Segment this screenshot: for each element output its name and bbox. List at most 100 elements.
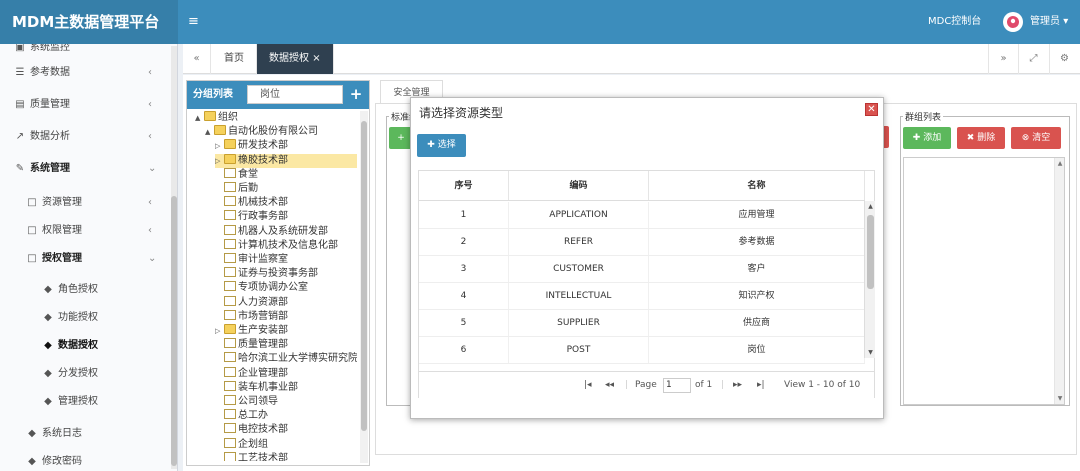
last-page-icon[interactable]: ▸| <box>757 372 765 399</box>
tab-scroll-right-icon[interactable]: » <box>988 44 1018 74</box>
sidebar-item-distribution-auth[interactable]: ◆ 分发授权 <box>0 359 168 389</box>
sidebar-item-data-auth[interactable]: ◆ 数据授权 <box>0 331 168 361</box>
tree-node[interactable]: 哈尔滨工业大学博实研究院 <box>215 352 357 366</box>
document-icon <box>224 352 236 363</box>
sidebar-item-system[interactable]: ✎ 系统管理 ⌄ <box>0 154 168 184</box>
tree-node[interactable]: 企业管理部 <box>215 366 288 381</box>
group-list-title: 分组列表 <box>193 89 233 100</box>
page-number-input[interactable]: 1 <box>663 378 691 393</box>
tree-node[interactable]: 总工办 <box>215 409 268 423</box>
tree-toggle-icon[interactable]: ▷ <box>215 154 224 168</box>
tab-home[interactable]: 首页 <box>212 44 257 74</box>
sidebar-item-resource[interactable]: □ 资源管理 ‹ <box>0 188 168 218</box>
document-icon <box>224 224 236 235</box>
gear-icon[interactable]: ⚙ <box>1049 44 1079 74</box>
column-header-no[interactable]: 序号 <box>419 171 509 200</box>
close-icon[interactable]: × <box>312 53 320 64</box>
sidebar-item-authorization[interactable]: □ 授权管理 ⌄ <box>0 244 168 274</box>
tree-node-label: 人力资源部 <box>238 296 288 308</box>
tree-node[interactable]: 机械技术部 <box>215 196 288 210</box>
tree-node[interactable]: ▲ 自动化股份有限公司 <box>205 125 318 139</box>
app-title[interactable]: MDM主数据管理平台 <box>0 0 178 44</box>
fullscreen-icon[interactable]: ⤢ <box>1018 44 1048 74</box>
tree-node[interactable]: 行政事务部 <box>215 210 288 224</box>
tree-node-label: 专项协调办公室 <box>238 282 308 294</box>
sidebar-item-admin-auth[interactable]: ◆ 管理授权 <box>0 387 168 417</box>
tree-toggle-icon[interactable]: ▲ <box>205 125 214 139</box>
tree-node[interactable]: ▷ 研发技术部 <box>215 139 288 153</box>
tree-node[interactable]: 装车机事业部 <box>215 380 298 395</box>
group-listbox[interactable]: ▲ ▼ <box>903 157 1065 405</box>
sidebar-item-analysis[interactable]: ↗ 数据分析 ‹ <box>0 122 168 152</box>
tree-node[interactable]: 公司领导 <box>215 395 278 409</box>
sidebar-item-permission[interactable]: □ 权限管理 ‹ <box>0 216 168 246</box>
tree-node[interactable]: 质量管理部 <box>215 338 288 352</box>
group-listbox-scrollbar[interactable]: ▲ ▼ <box>1054 158 1064 404</box>
group-search-input[interactable]: 岗位 <box>247 85 343 104</box>
first-page-icon[interactable]: |◂ <box>584 372 592 399</box>
tree-node[interactable]: 专项协调办公室 <box>215 281 308 295</box>
sidebar-item-reference-data[interactable]: ☰ 参考数据 ‹ <box>0 58 168 88</box>
table-row[interactable]: 5 SUPPLIER 供应商 <box>419 310 865 337</box>
tree-toggle-icon[interactable]: ▷ <box>215 324 224 338</box>
add-group-button[interactable]: + <box>347 85 365 104</box>
tree-node[interactable]: 人力资源部 <box>215 295 288 310</box>
bookmark-icon: ◆ <box>44 284 52 295</box>
tree-node[interactable]: 计算机技术及信息化部 <box>215 238 338 253</box>
table-row[interactable]: 4 INTELLECTUAL 知识产权 <box>419 283 865 310</box>
sidebar-item-change-password[interactable]: ◆ 修改密码 <box>0 447 168 471</box>
tab-data-authorization[interactable]: 数据授权 × <box>257 44 334 74</box>
tree-node[interactable]: 企划组 <box>215 437 268 452</box>
sidebar-item-system-log[interactable]: ◆ 系统日志 <box>0 419 168 449</box>
document-icon <box>224 196 236 207</box>
grid-scrollbar[interactable]: ▲ ▼ <box>864 201 875 358</box>
document-icon <box>224 210 236 221</box>
tree-node[interactable]: 电控技术部 <box>215 423 288 437</box>
tree-node[interactable]: 后勤 <box>215 182 258 196</box>
tree-node[interactable]: ▷ 橡胶技术部 <box>215 153 357 168</box>
select-label: 选择 <box>437 140 456 150</box>
table-row[interactable]: 3 CUSTOMER 客户 <box>419 256 865 283</box>
clear-button[interactable]: ⊗ 清空 <box>1011 127 1061 149</box>
document-icon <box>224 182 236 192</box>
close-icon[interactable]: ✕ <box>865 103 878 116</box>
table-row[interactable]: 6 POST 岗位 <box>419 337 865 364</box>
tree-toggle-icon[interactable]: ▷ <box>215 139 224 153</box>
tree-node[interactable]: 市场营销部 <box>215 309 288 324</box>
sidebar-item-role-auth[interactable]: ◆ 角色授权 <box>0 275 168 305</box>
user-avatar-icon[interactable] <box>1003 12 1023 32</box>
tree-toggle-icon[interactable]: ▲ <box>195 111 204 125</box>
cell-code: APPLICATION <box>509 202 649 228</box>
clear-label: 清空 <box>1032 133 1051 143</box>
table-row[interactable]: 2 REFER 参考数据 <box>419 229 865 256</box>
user-menu[interactable]: 管理员 ▾ <box>1030 0 1068 44</box>
mdc-console-link[interactable]: MDC控制台 <box>928 0 981 44</box>
tree-node[interactable]: 证券与投资事务部 <box>215 267 318 281</box>
sidebar-scrollbar[interactable] <box>171 46 177 469</box>
tree-node-label: 橡胶技术部 <box>238 154 288 166</box>
menu-toggle-icon[interactable]: ≡ <box>188 0 199 44</box>
delete-button[interactable]: ✖ 删除 <box>957 127 1005 149</box>
tree-node[interactable]: 机器人及系统研发部 <box>215 224 328 239</box>
tree-node[interactable]: ▲ 组织 <box>195 111 238 125</box>
tab-scroll-left-icon[interactable]: « <box>183 44 211 74</box>
column-header-name[interactable]: 名称 <box>649 171 865 200</box>
select-button[interactable]: ✚ 选择 <box>417 134 466 157</box>
tree-node[interactable]: ▷ 生产安装部 <box>215 324 288 338</box>
add-button[interactable]: ✚ 添加 <box>903 127 951 149</box>
tree-node[interactable]: 审计监察室 <box>215 253 288 267</box>
tree-node[interactable]: 工艺技术部 <box>215 451 288 461</box>
column-header-code[interactable]: 编码 <box>509 171 649 200</box>
tree-scrollbar[interactable] <box>360 111 368 463</box>
next-page-icon[interactable]: ▸▸ <box>733 372 742 399</box>
sidebar-item-function-auth[interactable]: ◆ 功能授权 <box>0 303 168 333</box>
tab-strip: « 首页 数据授权 × » ⤢ ⚙ <box>183 44 1080 74</box>
tree-node[interactable]: 食堂 <box>215 167 258 182</box>
prev-page-icon[interactable]: ◂◂ <box>605 372 614 399</box>
grid-pager: |◂ ◂◂ | Page 1 of 1 | ▸▸ ▸| View 1 - 10 … <box>419 371 874 398</box>
bookmark-icon: ◆ <box>28 428 36 439</box>
top-navbar: MDM主数据管理平台 ≡ MDC控制台 管理员 ▾ <box>0 0 1080 44</box>
sidebar-item-quality[interactable]: ▤ 质量管理 ‹ <box>0 90 168 120</box>
table-row[interactable]: 1 APPLICATION 应用管理 <box>419 202 865 229</box>
document-icon <box>224 281 236 292</box>
